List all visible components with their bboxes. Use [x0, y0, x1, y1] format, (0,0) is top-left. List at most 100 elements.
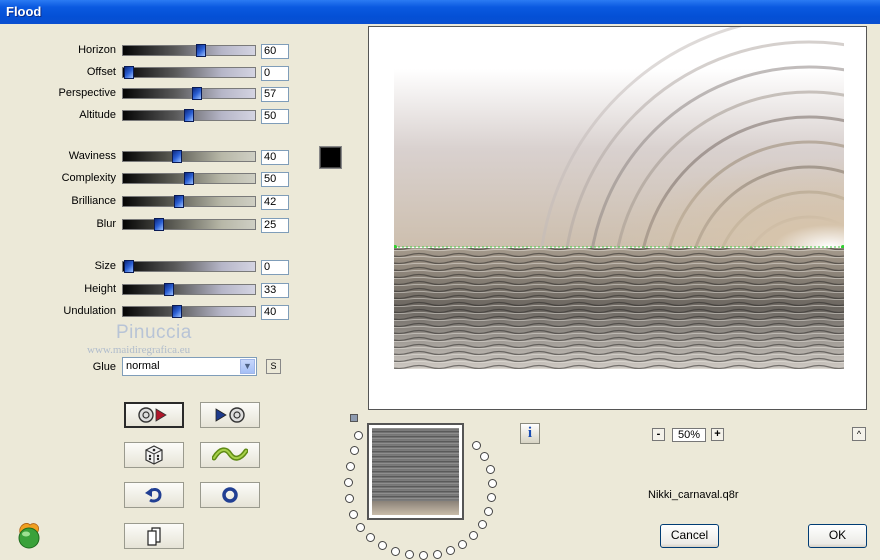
preset-ring-dot[interactable] [391, 547, 400, 556]
undo-arrow-icon [145, 488, 162, 503]
altitude-label: Altitude [79, 109, 116, 121]
waviness-label: Waviness [68, 150, 116, 162]
preset-ring-dot[interactable] [349, 510, 358, 519]
blur-label: Blur [96, 218, 116, 230]
size-label: Size [94, 260, 116, 272]
reset-button[interactable] [200, 482, 260, 508]
offset-value-field[interactable]: 0 [261, 66, 289, 81]
preset-ring-dot[interactable] [350, 446, 359, 455]
preset-ring-dot[interactable] [446, 546, 455, 555]
preset-ring-dot[interactable] [366, 533, 375, 542]
chevron-down-icon[interactable]: ▼ [240, 359, 255, 374]
preset-ring-dot[interactable] [484, 507, 493, 516]
info-button[interactable]: i [520, 423, 540, 444]
copy-page-icon [147, 527, 161, 546]
ok-button[interactable]: OK [808, 524, 867, 548]
blur-slider[interactable] [122, 218, 256, 231]
preset-ring-dot[interactable] [356, 523, 365, 532]
complexity-label: Complexity [61, 172, 116, 184]
zoom-in-button[interactable]: + [711, 428, 724, 441]
watermark-name: Pinuccia [116, 322, 192, 343]
offset-slider-thumb[interactable] [124, 66, 134, 79]
undulation-label: Undulation [63, 305, 116, 317]
complexity-slider[interactable] [122, 172, 256, 185]
height-value-field[interactable]: 33 [261, 283, 289, 298]
glue-s-button[interactable]: S [266, 359, 281, 374]
dice-icon [145, 445, 163, 465]
window-title: Flood [6, 4, 42, 19]
offset-label: Offset [86, 66, 116, 78]
waviness-slider[interactable] [122, 150, 256, 163]
brilliance-slider[interactable] [122, 195, 256, 208]
preview-pane[interactable] [368, 26, 867, 410]
preset-ring-dot[interactable] [458, 540, 467, 549]
perspective-label: Perspective [58, 87, 116, 99]
previous-preset-button[interactable] [124, 402, 184, 428]
waviness-slider-thumb[interactable] [172, 150, 182, 163]
preset-ring-dot[interactable] [487, 493, 496, 502]
color-swatch[interactable] [319, 146, 342, 169]
cancel-button[interactable]: Cancel [660, 524, 719, 548]
complexity-value-field[interactable]: 50 [261, 172, 289, 187]
undulation-slider-thumb[interactable] [172, 305, 182, 318]
brilliance-label: Brilliance [71, 195, 116, 207]
height-slider[interactable] [122, 283, 256, 296]
size-slider-thumb[interactable] [124, 260, 134, 273]
randomize-button[interactable] [124, 442, 184, 468]
arrow-reel-icon [215, 407, 245, 423]
preset-ring-dot[interactable] [346, 462, 355, 471]
thumbnail-image [372, 428, 459, 515]
complexity-slider-thumb[interactable] [184, 172, 194, 185]
glue-select[interactable]: normal ▼ [122, 357, 257, 376]
preset-ring-dot[interactable] [345, 494, 354, 503]
brilliance-value-field[interactable]: 42 [261, 195, 289, 210]
preset-ring-dot[interactable] [433, 550, 442, 559]
copy-button[interactable] [124, 523, 184, 549]
preset-ring-dot[interactable] [469, 531, 478, 540]
brilliance-slider-thumb[interactable] [174, 195, 185, 208]
horizon-slider-thumb[interactable] [196, 44, 206, 57]
preview-thumbnail[interactable] [367, 423, 464, 520]
preset-ring-dot[interactable] [472, 441, 481, 450]
app-logo-icon[interactable] [14, 519, 44, 552]
perspective-slider-thumb[interactable] [192, 87, 203, 100]
undo-button[interactable] [124, 482, 184, 508]
height-slider-thumb[interactable] [163, 283, 174, 296]
perspective-value-field[interactable]: 57 [261, 87, 289, 102]
perspective-slider[interactable] [122, 87, 256, 100]
height-label: Height [84, 283, 116, 295]
navigator-handle[interactable] [350, 414, 358, 422]
undulation-value-field[interactable]: 40 [261, 305, 289, 320]
preset-ring-dot[interactable] [480, 452, 489, 461]
preset-ring-dot[interactable] [478, 520, 487, 529]
zoom-out-button[interactable]: - [652, 428, 665, 441]
size-value-field[interactable]: 0 [261, 260, 289, 275]
next-preset-button[interactable] [200, 402, 260, 428]
altitude-value-field[interactable]: 50 [261, 109, 289, 124]
preset-ring-dot[interactable] [488, 479, 497, 488]
altitude-slider[interactable] [122, 109, 256, 122]
offset-slider[interactable] [122, 66, 256, 79]
preset-ring-dot[interactable] [344, 478, 353, 487]
blur-slider-thumb[interactable] [154, 218, 164, 231]
altitude-slider-thumb[interactable] [184, 109, 194, 122]
flood-preview-image [369, 27, 866, 409]
horizon-slider[interactable] [122, 44, 256, 57]
preset-ring-dot[interactable] [405, 550, 414, 559]
ring-icon [222, 487, 238, 503]
scroll-up-button[interactable]: ^ [852, 427, 866, 441]
watermark-url: www.maidiregrafica.eu [87, 344, 191, 356]
undulation-slider[interactable] [122, 305, 256, 318]
reel-arrow-right-icon [138, 407, 167, 423]
preset-ring-dot[interactable] [378, 541, 387, 550]
preset-ring-dot[interactable] [419, 551, 428, 560]
waviness-value-field[interactable]: 40 [261, 150, 289, 165]
horizon-value-field[interactable]: 60 [261, 44, 289, 59]
wave-icon [212, 447, 248, 461]
preset-ring-dot[interactable] [486, 465, 495, 474]
preset-ring-dot[interactable] [354, 431, 363, 440]
blur-value-field[interactable]: 25 [261, 218, 289, 233]
wave-button[interactable] [200, 442, 260, 468]
preset-filename: Nikki_carnaval.q8r [648, 489, 739, 501]
size-slider[interactable] [122, 260, 256, 273]
